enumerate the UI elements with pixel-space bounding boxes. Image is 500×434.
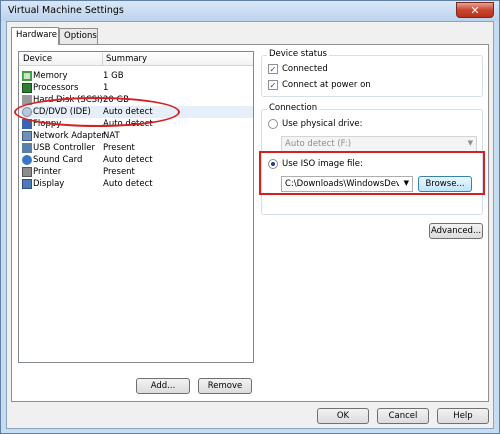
hardware-panel: Device Summary ▦ Memory 1 GB Processors … xyxy=(11,44,489,402)
dialog-body: Hardware Options Device Summary ▦ Memory… xyxy=(6,21,494,429)
tab-hardware[interactable]: Hardware xyxy=(11,27,59,45)
connect-at-power-on-label[interactable]: Connect at power on xyxy=(282,80,371,90)
device-name: Display xyxy=(33,179,65,189)
column-divider[interactable] xyxy=(102,53,103,65)
device-row-processors[interactable]: Processors 1 xyxy=(19,82,253,94)
device-name: Memory xyxy=(33,71,68,81)
chevron-down-icon: ▼ xyxy=(467,139,473,147)
column-device[interactable]: Device xyxy=(23,54,52,64)
remove-device-button[interactable]: Remove xyxy=(198,378,252,394)
vm-settings-window: Virtual Machine Settings ✕ Hardware Opti… xyxy=(0,0,500,434)
column-summary[interactable]: Summary xyxy=(106,54,147,64)
memory-icon: ▦ xyxy=(22,71,32,81)
device-row-display[interactable]: Display Auto detect xyxy=(19,178,253,190)
printer-icon xyxy=(22,167,32,177)
use-physical-drive-label[interactable]: Use physical drive: xyxy=(282,119,363,129)
device-name: Processors xyxy=(33,83,79,93)
sound-card-icon xyxy=(22,155,32,165)
highlight-oval-annotation xyxy=(14,97,180,127)
device-row-usb-controller[interactable]: USB Controller Present xyxy=(19,142,253,154)
network-adapter-icon xyxy=(22,131,32,141)
device-summary: Auto detect xyxy=(103,179,153,189)
display-icon xyxy=(22,179,32,189)
device-name: USB Controller xyxy=(33,143,95,153)
tab-options[interactable]: Options xyxy=(59,28,98,44)
device-status-group: Device status ✓ Connected ✓ Connect at p… xyxy=(261,49,483,97)
device-row-memory[interactable]: ▦ Memory 1 GB xyxy=(19,70,253,82)
physical-drive-select: Auto detect (F:) ▼ xyxy=(281,136,477,152)
highlight-box-annotation xyxy=(259,151,485,195)
use-physical-drive-radio[interactable] xyxy=(268,119,278,129)
device-summary: Auto detect xyxy=(103,155,153,165)
ok-button[interactable]: OK xyxy=(317,408,369,424)
device-name: Network Adapter xyxy=(33,131,105,141)
help-button[interactable]: Help xyxy=(437,408,489,424)
device-name: Sound Card xyxy=(33,155,83,165)
connect-at-power-on-checkbox[interactable]: ✓ xyxy=(268,80,278,90)
processor-icon xyxy=(22,83,32,93)
device-summary: NAT xyxy=(103,131,120,141)
device-row-network-adapter[interactable]: Network Adapter NAT xyxy=(19,130,253,142)
usb-icon xyxy=(22,143,32,153)
device-summary: 1 GB xyxy=(103,71,124,81)
physical-drive-value: Auto detect (F:) xyxy=(285,139,352,149)
device-name: Printer xyxy=(33,167,62,177)
title-bar[interactable]: Virtual Machine Settings ✕ xyxy=(1,1,499,21)
connected-checkbox[interactable]: ✓ xyxy=(268,64,278,74)
connection-legend: Connection xyxy=(267,103,320,113)
device-summary: 1 xyxy=(103,83,109,93)
add-device-button[interactable]: Add... xyxy=(136,378,190,394)
close-icon: ✕ xyxy=(470,3,480,17)
cancel-button[interactable]: Cancel xyxy=(377,408,429,424)
device-summary: Present xyxy=(103,143,135,153)
connected-label[interactable]: Connected xyxy=(282,64,328,74)
window-title: Virtual Machine Settings xyxy=(8,5,124,16)
close-button[interactable]: ✕ xyxy=(456,2,494,18)
device-row-printer[interactable]: Printer Present xyxy=(19,166,253,178)
device-summary: Present xyxy=(103,167,135,177)
device-row-sound-card[interactable]: Sound Card Auto detect xyxy=(19,154,253,166)
advanced-button[interactable]: Advanced... xyxy=(429,223,483,239)
device-status-legend: Device status xyxy=(267,49,329,59)
device-list-header: Device Summary xyxy=(19,52,253,66)
